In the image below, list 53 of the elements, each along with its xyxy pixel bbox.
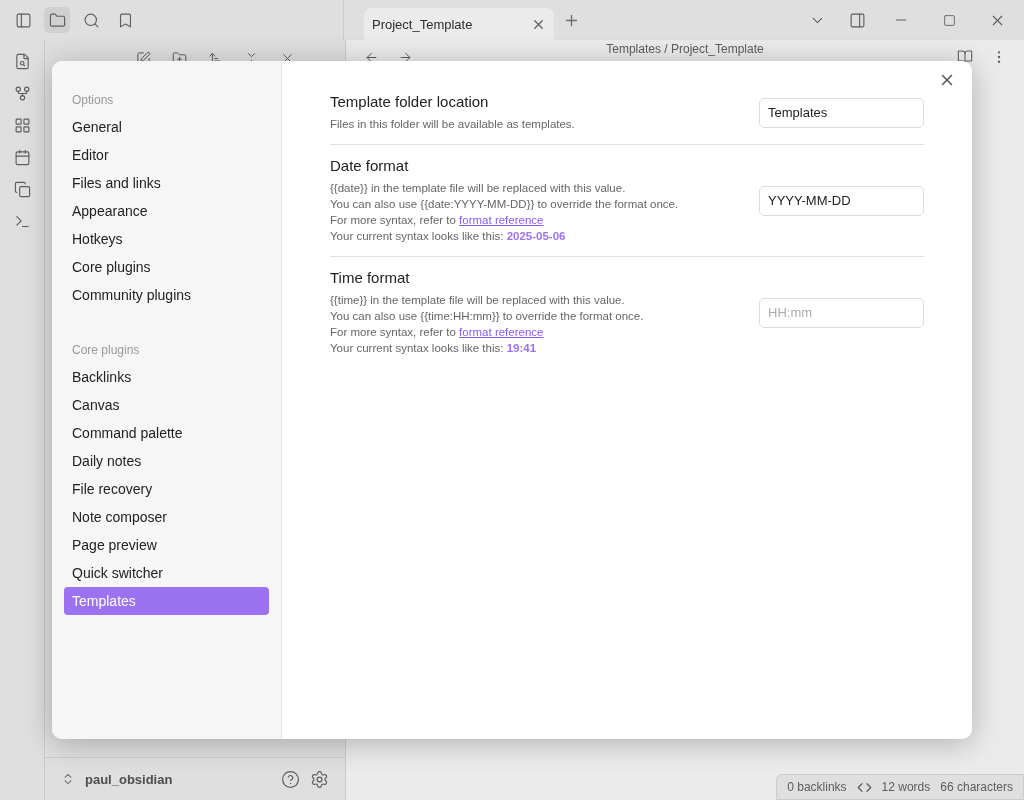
format-reference-link[interactable]: format reference bbox=[459, 214, 544, 226]
format-reference-link[interactable]: format reference bbox=[459, 326, 544, 338]
settings-nav-item[interactable]: Canvas bbox=[64, 391, 269, 419]
tab[interactable]: Project_Template bbox=[364, 8, 554, 40]
backlinks-count: 0 backlinks bbox=[787, 780, 847, 794]
word-count: 12 words bbox=[881, 780, 931, 794]
file-search-icon[interactable] bbox=[13, 52, 31, 70]
setting-description: For more syntax, refer to format reference bbox=[330, 325, 545, 340]
setting-name: Template folder location bbox=[330, 93, 490, 110]
settings-nav-item[interactable]: Command palette bbox=[64, 419, 269, 447]
settings-nav-item[interactable]: Note composer bbox=[64, 503, 269, 531]
setting-name: Date format bbox=[330, 157, 410, 174]
sidebar-toggle-icon[interactable] bbox=[848, 11, 866, 29]
setting-description: Files in this folder will be available as templates. bbox=[330, 117, 576, 132]
calendar-icon[interactable] bbox=[13, 148, 31, 166]
section-heading: Core plugins bbox=[71, 342, 141, 359]
settings-icon[interactable] bbox=[310, 769, 329, 789]
settings-nav-item[interactable]: Appearance bbox=[64, 197, 269, 225]
graph-icon[interactable] bbox=[13, 84, 31, 102]
setting-description: Your current syntax looks like this: 2025-05-06 bbox=[330, 229, 567, 244]
setting-description: For more syntax, refer to format reference bbox=[330, 213, 545, 228]
copy-icon[interactable] bbox=[13, 180, 31, 198]
setting-description: You can also use {{time:HH:mm}} to override the format once. bbox=[330, 309, 645, 324]
settings-nav-item[interactable]: File recovery bbox=[64, 475, 269, 503]
character-count: 66 characters bbox=[940, 780, 1013, 794]
help-icon[interactable] bbox=[281, 769, 300, 789]
search-icon[interactable] bbox=[82, 11, 100, 29]
settings-nav-item[interactable]: Hotkeys bbox=[64, 225, 269, 253]
settings-nav-item[interactable]: Daily notes bbox=[64, 447, 269, 475]
text-field[interactable]: Templates bbox=[759, 97, 924, 128]
breadcrumb: Templates / Project_Template bbox=[606, 42, 764, 56]
settings-nav-item[interactable]: Core plugins bbox=[64, 253, 269, 281]
settings-nav-item[interactable]: Files and links bbox=[64, 169, 269, 197]
folder-icon[interactable] bbox=[48, 11, 66, 29]
setting-name: Time format bbox=[330, 269, 411, 286]
grid-icon[interactable] bbox=[13, 116, 31, 134]
setting-description: {{date}} in the template file will be replaced with this value. bbox=[330, 181, 627, 196]
settings-nav-item[interactable]: Community plugins bbox=[64, 281, 269, 309]
setting-description: You can also use {{date:YYYY-MM-DD}} to override the format once. bbox=[330, 197, 680, 212]
settings-nav-item[interactable]: Editor bbox=[64, 141, 269, 169]
settings-nav-item[interactable]: Page preview bbox=[64, 531, 269, 559]
setting-description: {{time}} in the template file will be replaced with this value. bbox=[330, 293, 626, 308]
setting-description: Your current syntax looks like this: 19:41 bbox=[330, 341, 538, 356]
section-heading: Options bbox=[71, 92, 115, 109]
text-field[interactable]: HH:mm bbox=[759, 297, 924, 328]
vault-name[interactable]: paul_obsidian bbox=[85, 771, 271, 787]
settings-nav-item[interactable]: General bbox=[64, 113, 269, 141]
sidebar-toggle-icon[interactable] bbox=[14, 11, 32, 29]
book-icon[interactable] bbox=[957, 49, 973, 65]
settings-nav-item[interactable]: Quick switcher bbox=[64, 559, 269, 587]
text-field[interactable]: YYYY-MM-DD bbox=[759, 185, 924, 216]
settings-nav-item[interactable]: Backlinks bbox=[64, 363, 269, 391]
maximize-icon[interactable] bbox=[942, 13, 956, 27]
